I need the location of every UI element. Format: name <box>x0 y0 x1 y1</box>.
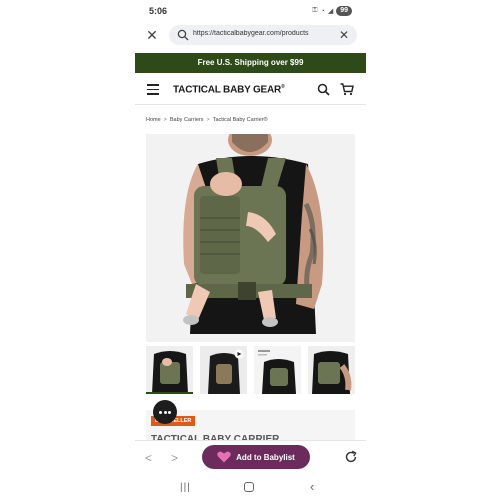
chat-button[interactable] <box>153 400 177 424</box>
thumbnail-4-photo <box>308 346 355 394</box>
thumbnail-2-photo <box>200 346 247 394</box>
url-text: https://tacticalbabygear.com/products <box>193 30 309 37</box>
breadcrumb-separator: > <box>163 117 167 123</box>
status-icons: ⚿ ◔ ◢ 99 <box>312 6 352 16</box>
battery-indicator: 99 <box>336 6 352 16</box>
product-title: TACTICAL BABY CARRIER <box>151 434 280 440</box>
breadcrumb: Home > Baby Carriers > Tactical Baby Car… <box>146 117 268 123</box>
system-navigation-bar: ||| ‹ <box>135 476 366 500</box>
babylist-label: Add to Babylist <box>236 452 295 462</box>
site-header: TACTICAL BABY GEAR® <box>135 75 366 105</box>
menu-icon[interactable] <box>147 84 159 95</box>
thumbnail-strip <box>146 346 355 396</box>
status-bar: 5:06 ⚿ ◔ ◢ 99 <box>135 0 366 24</box>
cart-icon[interactable] <box>340 83 354 96</box>
brand-mark: ® <box>281 84 285 90</box>
add-to-babylist-button[interactable]: Add to Babylist <box>202 445 310 469</box>
browser-toolbar: ✕ https://tacticalbabygear.com/products … <box>135 23 366 47</box>
thumbnail-3[interactable] <box>254 346 301 394</box>
search-icon[interactable] <box>317 83 330 96</box>
brand-name: TACTICAL BABY GEAR <box>173 84 282 96</box>
thumbnail-2-video[interactable] <box>200 346 247 394</box>
brand-logo[interactable]: TACTICAL BABY GEAR® <box>173 84 285 95</box>
product-main-image[interactable] <box>146 134 355 342</box>
back-button[interactable]: < <box>145 451 152 465</box>
signal-icon: ◢ <box>327 8 334 15</box>
thumbnail-3-photo <box>254 346 301 394</box>
vpn-icon: ⚿ <box>312 7 318 14</box>
recent-apps-icon[interactable]: ||| <box>180 482 191 493</box>
search-icon <box>177 29 189 41</box>
thumbnail-4[interactable] <box>308 346 355 394</box>
promo-banner[interactable]: Free U.S. Shipping over $99 <box>135 53 366 73</box>
reload-icon[interactable] <box>344 450 358 464</box>
status-time: 5:06 <box>149 6 168 16</box>
home-icon[interactable] <box>244 482 254 492</box>
browser-bottom-bar: < > Add to Babylist <box>135 440 366 475</box>
breadcrumb-home[interactable]: Home <box>146 117 161 123</box>
heart-icon <box>217 451 231 463</box>
address-bar[interactable]: https://tacticalbabygear.com/products ✕ <box>169 25 357 45</box>
clear-url-button[interactable]: ✕ <box>339 27 349 43</box>
product-photo <box>146 134 355 342</box>
system-back-icon[interactable]: ‹ <box>310 479 314 494</box>
forward-button[interactable]: > <box>171 451 178 465</box>
wifi-icon: ◔ <box>320 7 325 15</box>
close-tab-button[interactable]: ✕ <box>145 26 159 44</box>
breadcrumb-baby-carriers[interactable]: Baby Carriers <box>170 117 204 123</box>
breadcrumb-current: Tactical Baby Carrier® <box>212 117 268 123</box>
breadcrumb-separator: > <box>206 117 210 123</box>
phone-screen: 5:06 ⚿ ◔ ◢ 99 ✕ https://tacticalbabygear… <box>135 0 366 500</box>
thumbnail-1[interactable] <box>146 346 193 394</box>
thumbnail-1-photo <box>146 346 193 392</box>
